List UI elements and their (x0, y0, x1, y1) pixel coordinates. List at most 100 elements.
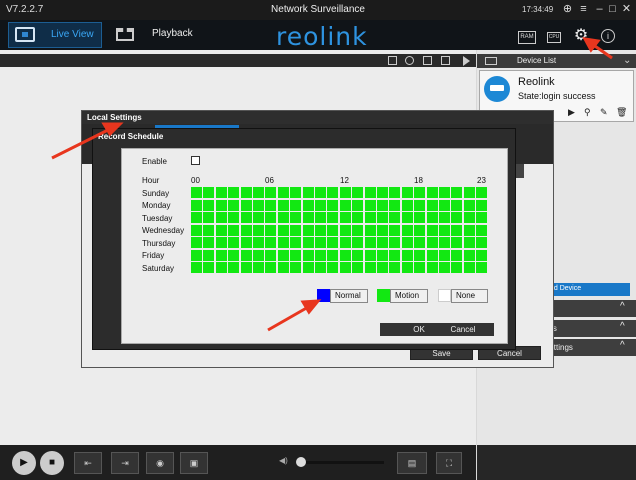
schedule-cell[interactable] (290, 212, 302, 223)
schedule-cell[interactable] (476, 237, 488, 248)
schedule-cell[interactable] (364, 212, 376, 223)
schedule-cell[interactable] (290, 199, 302, 211)
schedule-cell[interactable] (451, 249, 463, 261)
schedule-cell[interactable] (302, 262, 314, 273)
schedule-cell[interactable] (253, 249, 264, 261)
schedule-cell[interactable] (228, 249, 240, 261)
schedule-cell[interactable] (463, 199, 475, 211)
schedule-cell[interactable] (414, 249, 426, 261)
schedule-cell[interactable] (426, 249, 438, 261)
schedule-cell[interactable] (426, 237, 438, 248)
schedule-cell[interactable] (339, 212, 351, 223)
schedule-cell[interactable] (203, 199, 215, 211)
snapshot-icon[interactable] (423, 56, 432, 65)
schedule-cell[interactable] (315, 237, 326, 248)
schedule-cell[interactable] (426, 199, 438, 211)
schedule-cell[interactable] (339, 199, 351, 211)
schedule-cell[interactable] (277, 224, 289, 236)
schedule-cell[interactable] (389, 199, 401, 211)
schedule-cell[interactable] (302, 237, 314, 248)
schedule-cell[interactable] (215, 187, 227, 198)
schedule-cell[interactable] (439, 212, 450, 223)
schedule-cell[interactable] (339, 187, 351, 198)
legend-motion-swatch[interactable] (377, 289, 390, 302)
schedule-cell[interactable] (426, 262, 438, 273)
search-icon[interactable]: ⚲ (584, 108, 593, 117)
schedule-cell[interactable] (240, 224, 252, 236)
globe-icon[interactable]: ⊕ (561, 3, 574, 16)
schedule-cell[interactable] (203, 212, 215, 223)
schedule-cell[interactable] (215, 262, 227, 273)
schedule-cell[interactable] (439, 262, 450, 273)
schedule-cell[interactable] (476, 199, 488, 211)
schedule-cell[interactable] (240, 262, 252, 273)
schedule-cell[interactable] (377, 237, 388, 248)
menu-icon[interactable]: ≡ (577, 3, 590, 16)
schedule-cell[interactable] (389, 249, 401, 261)
schedule-cell[interactable] (463, 262, 475, 273)
schedule-cell[interactable] (414, 199, 426, 211)
schedule-cell[interactable] (364, 199, 376, 211)
schedule-cell[interactable] (364, 262, 376, 273)
schedule-cell[interactable] (463, 187, 475, 198)
legend-normal-label[interactable]: Normal (330, 289, 368, 303)
schedule-cell[interactable] (240, 212, 252, 223)
schedule-cell[interactable] (265, 237, 277, 248)
legend-normal-swatch[interactable] (317, 289, 330, 302)
schedule-cell[interactable] (215, 237, 227, 248)
schedule-cell[interactable] (277, 199, 289, 211)
schedule-cell[interactable] (401, 199, 413, 211)
schedule-cell[interactable] (476, 262, 488, 273)
schedule-cell[interactable] (364, 224, 376, 236)
schedule-cell[interactable] (302, 212, 314, 223)
schedule-cell[interactable] (253, 224, 264, 236)
schedule-cell[interactable] (302, 199, 314, 211)
schedule-cell[interactable] (389, 237, 401, 248)
play-icon[interactable]: ▶ (568, 108, 577, 117)
schedule-cell[interactable] (364, 187, 376, 198)
schedule-cell[interactable] (426, 212, 438, 223)
schedule-cell[interactable] (377, 249, 388, 261)
schedule-cell[interactable] (265, 212, 277, 223)
schedule-cell[interactable] (389, 187, 401, 198)
edit-icon[interactable]: ✎ (600, 108, 609, 117)
schedule-cell[interactable] (253, 262, 264, 273)
stop-button[interactable]: ■ (40, 451, 64, 475)
schedule-cell[interactable] (290, 262, 302, 273)
schedule-cell[interactable] (463, 237, 475, 248)
schedule-cell[interactable] (439, 187, 450, 198)
schedule-cell[interactable] (253, 237, 264, 248)
device-list-header[interactable]: Device List ⌄ (477, 54, 636, 68)
schedule-cell[interactable] (339, 249, 351, 261)
schedule-cell[interactable] (463, 249, 475, 261)
schedule-cell[interactable] (414, 224, 426, 236)
panel-row-settings-2[interactable]: Settings ^ (540, 339, 636, 356)
schedule-cell[interactable] (327, 237, 339, 248)
trash-icon[interactable]: 🗑 (616, 108, 627, 117)
schedule-cell[interactable] (290, 249, 302, 261)
schedule-cell[interactable] (451, 224, 463, 236)
schedule-cell[interactable] (401, 237, 413, 248)
schedule-cell[interactable] (476, 249, 488, 261)
schedule-cell[interactable] (352, 187, 364, 198)
tab-playback[interactable]: Playback (112, 22, 206, 48)
schedule-cell[interactable] (327, 262, 339, 273)
schedule-cell[interactable] (315, 262, 326, 273)
schedule-cell[interactable] (277, 249, 289, 261)
schedule-cell[interactable] (315, 224, 326, 236)
next-button[interactable]: ⇥ (111, 452, 139, 474)
schedule-cell[interactable] (463, 212, 475, 223)
schedule-cell[interactable] (240, 187, 252, 198)
schedule-cell[interactable] (426, 187, 438, 198)
schedule-cell[interactable] (352, 262, 364, 273)
schedule-cell[interactable] (277, 262, 289, 273)
schedule-cell[interactable] (277, 187, 289, 198)
schedule-cell[interactable] (215, 212, 227, 223)
schedule-cell[interactable] (389, 212, 401, 223)
schedule-cell[interactable] (228, 199, 240, 211)
schedule-cell[interactable] (191, 249, 202, 261)
schedule-cell[interactable] (401, 262, 413, 273)
schedule-cell[interactable] (191, 224, 202, 236)
ram-icon[interactable]: RAM (518, 31, 536, 44)
schedule-cell[interactable] (327, 199, 339, 211)
